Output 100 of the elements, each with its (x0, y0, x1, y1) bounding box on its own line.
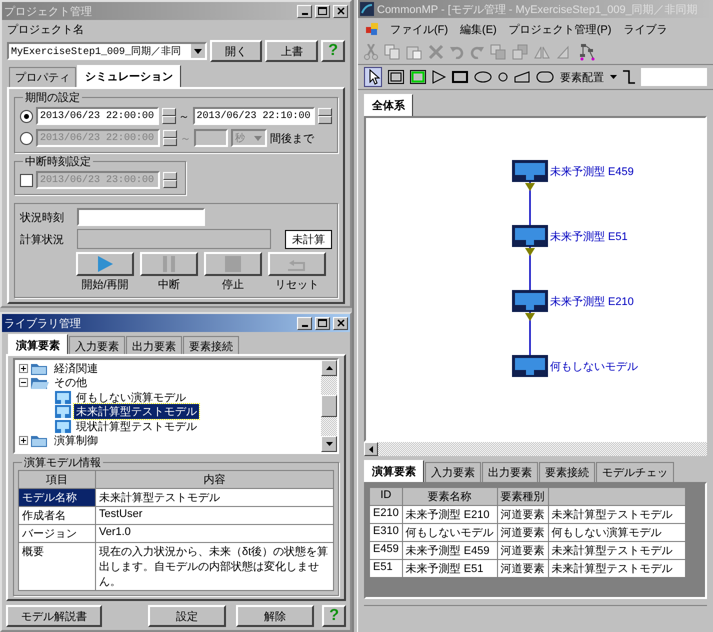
table-cell: 未来予測型 E459 (402, 542, 498, 560)
button-caption: 中断 (158, 278, 180, 292)
tree-item[interactable]: 未来計算型テストモデル (74, 404, 199, 420)
duration-field[interactable] (194, 129, 228, 147)
checkbox[interactable] (20, 174, 33, 186)
table-cell: 何もしない演算モデル (548, 524, 686, 542)
tab[interactable]: シミュレーション (77, 65, 181, 87)
layout-dropdown[interactable]: 要素配置 (560, 70, 604, 84)
toolbar-button[interactable]: 開く (210, 40, 262, 62)
model-node-icon[interactable] (512, 225, 548, 247)
connector-icon[interactable] (623, 70, 635, 84)
scroll-left-button[interactable] (364, 442, 378, 456)
toolbar-button[interactable]: 設定 (148, 605, 226, 627)
trapezoid-icon[interactable] (514, 71, 530, 83)
ellipse-icon[interactable] (474, 71, 492, 83)
table-cell: Ver1.0 (96, 524, 334, 542)
table-cell: E51 (370, 560, 402, 578)
collapse-icon[interactable] (19, 378, 28, 388)
start-time-field[interactable]: 2013/06/23 22:00:00 (36, 107, 158, 125)
tab[interactable]: 入力要素 (425, 462, 481, 482)
minimize-button[interactable] (297, 4, 312, 18)
group-title: 演算モデル情報 (22, 455, 103, 470)
tab[interactable]: 要素接続 (539, 462, 595, 482)
tab[interactable]: モデルチェッ (596, 462, 674, 482)
menu-item[interactable]: ファイル(F) (390, 22, 448, 36)
spinner-control[interactable] (318, 108, 332, 124)
node-graph-icon[interactable] (578, 43, 596, 61)
window-title: プロジェクト管理 (4, 4, 93, 18)
status-time-field[interactable] (77, 208, 205, 226)
expand-icon[interactable] (19, 436, 28, 446)
tab[interactable]: 要素接続 (183, 336, 239, 356)
play-icon (97, 256, 113, 272)
toolbar-button[interactable]: 上書 (265, 40, 318, 62)
table-cell: 未来計算型テストモデル (96, 488, 334, 506)
project-dropdown[interactable]: MyExerciseStep1_009_同期／非同 (7, 42, 207, 60)
app-menu-icon[interactable] (366, 23, 378, 35)
toolbar-input-field[interactable] (641, 68, 707, 86)
paste-icon[interactable] (406, 44, 422, 60)
tree-item[interactable]: 現状計算型テストモデル (74, 418, 199, 434)
tab[interactable]: 入力要素 (69, 336, 125, 356)
expand-icon[interactable] (19, 364, 28, 373)
spinner-control[interactable] (163, 172, 177, 188)
node-label: 未来予測型 E210 (550, 294, 634, 308)
minimize-button[interactable] (297, 316, 312, 330)
maximize-icon (318, 319, 327, 327)
scroll-up-button[interactable] (321, 360, 337, 376)
table-cell: 河道要素 (497, 542, 548, 560)
play-button[interactable] (76, 252, 134, 276)
field-label: 状況時刻 (20, 210, 65, 224)
scrollbar-thumb[interactable] (321, 395, 337, 417)
close-button[interactable] (333, 316, 348, 330)
menu-item[interactable]: ライブラ (623, 22, 668, 36)
maximize-button[interactable] (315, 316, 330, 330)
pointer-icon[interactable] (364, 67, 382, 87)
model-icon (55, 420, 71, 433)
group-title: 中断時刻設定 (23, 154, 93, 169)
double-rectangle-icon[interactable] (388, 70, 404, 84)
duration-suffix: 間後まで (270, 132, 314, 146)
model-node-icon[interactable] (512, 355, 548, 377)
toolbar-button[interactable]: 解除 (236, 605, 314, 627)
circle-icon[interactable] (498, 72, 508, 82)
rectangle-icon[interactable] (452, 71, 468, 83)
tree-item[interactable]: 経済関連 (52, 360, 100, 376)
end-time-field[interactable]: 2013/06/23 22:10:00 (192, 107, 315, 125)
triangle-icon[interactable] (432, 70, 446, 84)
tab[interactable]: 演算要素 (8, 334, 68, 356)
table-cell: E459 (370, 542, 402, 560)
manual-button[interactable]: モデル解説書 (6, 605, 102, 627)
caret-icon[interactable] (610, 75, 617, 79)
window-title: ライブラリ管理 (4, 316, 82, 330)
scroll-down-button[interactable] (321, 436, 337, 452)
rounded-rectangle-icon[interactable] (536, 71, 554, 83)
spinner-control[interactable] (162, 108, 176, 124)
table-cell: 河道要素 (497, 506, 548, 524)
close-button[interactable] (333, 4, 348, 18)
tab[interactable]: 全体系 (364, 94, 413, 116)
tab[interactable]: 演算要素 (364, 460, 424, 482)
tree-item[interactable]: 何もしない演算モデル (74, 390, 188, 405)
table-cell: 未来計算型テストモデル (548, 542, 686, 560)
rectangle-icon[interactable] (410, 70, 426, 84)
maximize-button[interactable] (315, 4, 330, 18)
model-node-icon[interactable] (512, 160, 548, 182)
tree-item[interactable]: 演算制御 (52, 433, 100, 448)
model-node-icon[interactable] (512, 290, 548, 312)
menu-item[interactable]: 編集(E) (460, 22, 497, 36)
table-cell: 未来予測型 E51 (402, 560, 498, 578)
radio-button[interactable] (20, 110, 33, 122)
folder-icon (31, 362, 49, 375)
up-arrow-icon (326, 366, 332, 370)
table-cell: 作成者名 (18, 506, 96, 524)
tree-item[interactable]: その他 (52, 375, 89, 390)
menu-item[interactable]: プロジェクト管理(P) (508, 22, 612, 36)
spinner-control[interactable] (163, 130, 177, 146)
tab[interactable]: 出力要素 (126, 336, 182, 356)
connector-arrow (524, 182, 536, 225)
left-arrow-icon (369, 446, 373, 452)
tab[interactable]: プロパティ (9, 67, 76, 87)
table-cell: E310 (370, 524, 402, 542)
tab[interactable]: 出力要素 (482, 462, 538, 482)
table-cell: 未来計算型テストモデル (548, 506, 686, 524)
